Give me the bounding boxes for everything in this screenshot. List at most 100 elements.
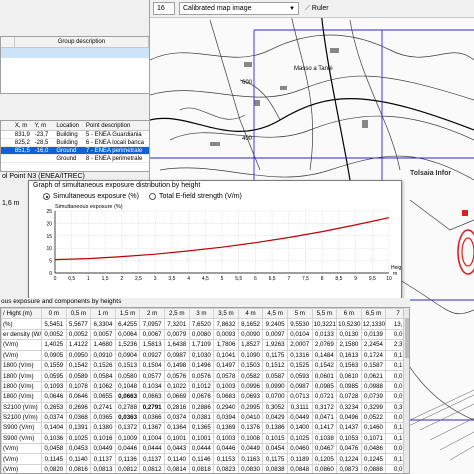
ruler-button[interactable]: ⟋ Ruler [303, 2, 331, 15]
col-header-height[interactable]: 5,5 m [311, 308, 338, 320]
table-cell: 0,0374 [163, 411, 190, 424]
table-cell: 0,1386 [262, 422, 288, 434]
table-row[interactable]: S900 (V/m) 0,1036 0,1025 0,1016 0,1009 0,1004… [1, 432, 409, 445]
col-header-height[interactable]: 5 m [286, 308, 313, 320]
table-cell: 0,1012 [188, 380, 215, 393]
group-description-header[interactable]: Group description [15, 37, 149, 47]
table-row[interactable]: er density (W/m²)0,00520,00520,00570,006… [1, 328, 409, 341]
table-row[interactable]: 1800 (V/m) 0,1559 0,1542 0,1526 0,1513 0,1504… [1, 359, 409, 372]
table-cell: 0,0080 [188, 328, 215, 341]
table-row[interactable]: (V/m) 1,4025 1,4122 1,4680 1,5236 1,5813 1,643… [1, 339, 409, 351]
table-row[interactable]: 1800 (V/m) 0,1093 0,1078 0,1062 0,1048 0,1034… [1, 380, 409, 393]
table-cell: 0,0363 [114, 411, 141, 424]
vertical-scrollbar[interactable] [403, 308, 409, 473]
col-location[interactable]: Location [54, 121, 84, 130]
group-grid-selected-row[interactable] [1, 48, 149, 58]
table-cell: 0,2653 [41, 401, 67, 413]
table-row[interactable]: (V/m) 0,0458 0,0453 0,0449 0,0446 0,0444 0,044… [1, 443, 409, 455]
map-label-masso: Masso a Tanni [294, 66, 333, 72]
table-cell: 6,3304 [90, 318, 116, 330]
chevron-down-icon: ▼ [289, 5, 295, 12]
col-y[interactable]: Y, m [33, 121, 55, 130]
table-row[interactable]: (V/m) 0,0905 0,0950 0,0910 0,0904 0,0927 0,098… [1, 349, 409, 361]
col-header-height[interactable]: 3,5 m [213, 308, 239, 320]
row-parameter-label: er density (W/m²) [1, 328, 42, 341]
dialog-title: Graph of simultaneous exposure distribut… [33, 182, 201, 189]
col-header-height[interactable]: 4 m [237, 308, 264, 320]
table-cell: 0,1400 [286, 422, 313, 434]
table-cell: 0,0130 [336, 328, 362, 341]
table-cell: 0,0093 [213, 328, 239, 341]
col-x[interactable]: X, m [13, 121, 33, 130]
table-cell: 0,0580 [114, 370, 141, 382]
x-tick-label: 9 [354, 276, 357, 282]
table-row[interactable]: 831,9 -23,7 Building 5 - ENEA Guardiania [1, 131, 149, 139]
col-header-height[interactable]: 1 m [90, 308, 116, 320]
table-cell: 0,0713 [286, 391, 313, 403]
group-grid[interactable]: Group description [0, 36, 150, 94]
col-header-parameter[interactable]: / Hight (m) [1, 308, 42, 320]
table-cell: 0,2995 [237, 401, 264, 413]
y-axis-label: Simultaneous exposure (%) [55, 204, 123, 210]
col-header-height[interactable]: 0,5 m [65, 308, 92, 320]
table-row[interactable]: S2100 (V/m) 0,0374 0,0368 0,0365 0,0363 0,036… [1, 411, 409, 424]
table-row[interactable]: Ground 8 - ENEA perimetrale [1, 155, 149, 163]
table-cell: 0,0985 [311, 380, 338, 393]
table-cell: 0,1008 [237, 432, 264, 445]
radio-total-efield[interactable]: Total E-field strength (V/m) [149, 193, 242, 200]
table-cell: 1,7806 [213, 339, 239, 351]
table-cell: 0,0449 [286, 411, 313, 424]
x-tick-label: 10 [386, 276, 392, 282]
table-cell: 0,1503 [237, 359, 264, 372]
table-cell: 0,0728 [336, 391, 362, 403]
points-grid[interactable]: X, m Y, m Location Point description 831… [0, 120, 150, 172]
table-cell: 0,0601 [311, 370, 338, 382]
table-row[interactable]: (%) 5,5451 5,5677 6,3304 6,4255 7,0957 7,3201 7… [1, 318, 409, 330]
radio-simultaneous-exposure[interactable]: Simultaneous exposure (%) [43, 193, 139, 200]
table-cell: 0,1137 [139, 453, 165, 465]
col-point-description[interactable]: Point description [84, 121, 149, 130]
table-row[interactable]: 1800 (V/m) 0,0595 0,0589 0,0584 0,0580 0,0577… [1, 370, 409, 382]
table-cell: 0,1496 [188, 359, 215, 372]
table-cell: 0,1062 [90, 380, 116, 393]
radio-checked-icon [43, 193, 50, 200]
col-header-height[interactable]: 2 m [139, 308, 165, 320]
col-header-height[interactable]: 3 m [188, 308, 215, 320]
table-cell: 0,0090 [237, 328, 264, 341]
table-cell: 6,4255 [114, 318, 141, 330]
row-parameter-label: 1800 (V/m) [1, 370, 42, 382]
table-row[interactable]: 1800 (V/m) 0,0646 0,0646 0,0655 0,0663 0,0663… [1, 391, 409, 403]
scrollbar-thumb[interactable] [405, 318, 409, 358]
table-row[interactable]: 825,2 -28,5 Building 6 - ENEA locali ban… [1, 139, 149, 147]
table-cell: 0,0721 [311, 391, 338, 403]
table-row[interactable]: S900 (V/m) 0,1404 0,1391 0,1380 0,1372 0,1367… [1, 422, 409, 434]
table-row[interactable]: (V/m) 0,0820 0,0816 0,0813 0,0812 0,0812 0,081… [1, 463, 409, 473]
exposure-table[interactable]: / Hight (m) 0 m 0,5 m1 m 1,5 m2 m 2,5 m3 m 3,… [0, 307, 410, 474]
table-cell: 0,0394 [213, 411, 239, 424]
table-cell: 0,0454 [262, 443, 288, 455]
col-header-height[interactable]: 0 m [41, 308, 67, 320]
table-cell: 0,1053 [336, 432, 362, 445]
table-cell: 0,1003 [213, 432, 239, 445]
y-tick-label: 5 [49, 259, 52, 265]
col-header-height[interactable]: 1,5 m [114, 308, 141, 320]
col-header-height[interactable]: 2,5 m [163, 308, 190, 320]
table-cell: 0,1025 [286, 432, 313, 445]
table-cell: 0,1090 [237, 349, 264, 361]
layer-number-field[interactable]: 16 [153, 2, 175, 15]
table-cell: 1,4680 [90, 339, 116, 351]
table-cell: 0,0486 [360, 443, 387, 455]
exposure-data-table[interactable]: / Hight (m) 0 m 0,5 m1 m 1,5 m2 m 2,5 m3 m 3,… [1, 308, 409, 473]
table-row[interactable]: S2100 (V/m) 0,2653 0,2696 0,2741 0,2788 0,279… [1, 401, 409, 413]
antenna-marker-icon[interactable] [457, 210, 474, 275]
col-header-height[interactable]: 4,5 m [262, 308, 288, 320]
table-cell: 0,0987 [286, 380, 313, 393]
table-row-selected[interactable]: 851,5 -16,0 Ground 7 - ENEA perimetrale [1, 147, 149, 155]
table-cell: 0,1034 [139, 380, 165, 393]
col-header-height[interactable]: 6,5 m [360, 308, 387, 320]
col-header-height[interactable]: 6 m [336, 308, 362, 320]
table-cell: 10,3221 [311, 318, 338, 330]
table-cell: 0,1015 [262, 432, 288, 445]
map-type-select[interactable]: Calibrated map image ▼ [179, 2, 299, 15]
table-row[interactable]: (V/m) 0,1145 0,1140 0,1137 0,1136 0,1137 0,114… [1, 453, 409, 465]
